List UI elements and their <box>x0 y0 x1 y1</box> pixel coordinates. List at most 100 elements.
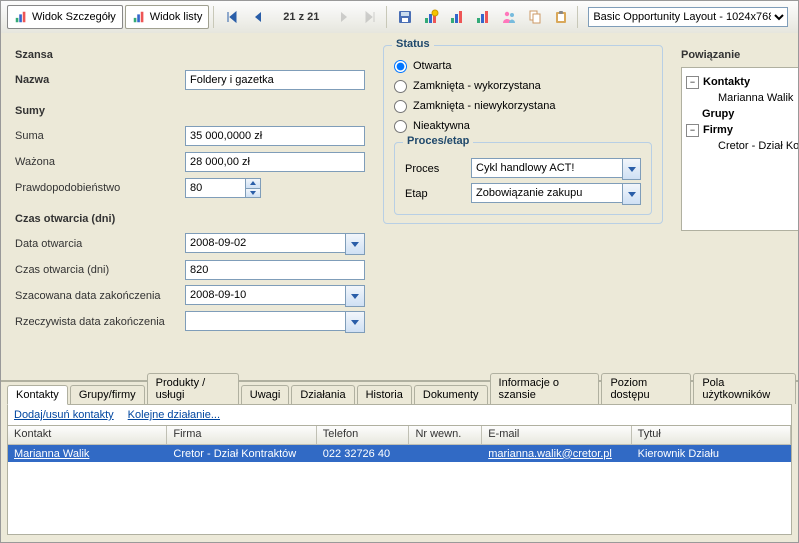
probability-field[interactable] <box>185 178 245 198</box>
tree-company-item[interactable]: Cretor - Dział Kontrak <box>718 140 799 152</box>
section-open-time: Czas otwarcia (dni) <box>15 213 365 225</box>
label-stage: Etap <box>405 188 471 200</box>
col-title[interactable]: Tytuł <box>632 426 791 444</box>
bottom-tab[interactable]: Uwagi <box>241 385 290 404</box>
process-dropdown[interactable] <box>622 158 641 180</box>
nav-counter: 21 z 21 <box>272 11 330 23</box>
spin-up[interactable] <box>245 178 261 188</box>
probability-stepper[interactable] <box>185 178 275 198</box>
separator <box>213 6 216 28</box>
phone-cell: 022 32726 40 <box>317 447 410 461</box>
layout-select[interactable]: Basic Opportunity Layout - 1024x768 <box>588 7 788 27</box>
actual-close-dropdown[interactable] <box>345 311 365 333</box>
bottom-tab[interactable]: Grupy/firmy <box>70 385 145 404</box>
tree-contacts[interactable]: Kontakty <box>703 76 750 88</box>
open-date-field[interactable] <box>185 233 345 253</box>
add-remove-contacts-link[interactable]: Dodaj/usuń kontakty <box>14 409 114 421</box>
status-inactive-radio[interactable] <box>394 120 407 133</box>
relations-panel: −Kontakty Marianna Walik Grupy −Firmy Cr… <box>681 67 799 231</box>
process-legend: Proces/etap <box>403 135 473 147</box>
tree-toggle[interactable]: − <box>686 124 699 137</box>
view-list-label: Widok listy <box>150 11 203 23</box>
status-legend: Status <box>392 38 434 50</box>
status-inactive-label: Nieaktywna <box>413 120 470 132</box>
col-ext[interactable]: Nr wewn. <box>409 426 482 444</box>
open-date-dropdown[interactable] <box>345 233 365 255</box>
stage-dropdown[interactable] <box>622 183 641 205</box>
col-phone[interactable]: Telefon <box>317 426 410 444</box>
nav-prev-button[interactable] <box>246 5 270 29</box>
label-sum: Suma <box>15 130 185 142</box>
tool-chart-2-button[interactable] <box>445 5 469 29</box>
people-button[interactable] <box>497 5 521 29</box>
actual-close-field[interactable] <box>185 311 345 331</box>
bottom-panel: KontaktyGrupy/firmyProdukty / usługiUwag… <box>1 380 798 542</box>
process-field[interactable] <box>471 158 622 178</box>
paste-button[interactable] <box>549 5 573 29</box>
tree-companies[interactable]: Firmy <box>703 124 733 136</box>
label-weighted: Ważona <box>15 156 185 168</box>
process-stage-groupbox: Proces/etap Proces Etap <box>394 142 652 215</box>
bottom-tab[interactable]: Informacje o szansie <box>490 373 600 404</box>
label-name: Nazwa <box>15 74 185 86</box>
stage-field[interactable] <box>471 183 622 203</box>
status-closed-won-label: Zamknięta - wykorzystana <box>413 80 541 92</box>
tool-chart-3-button[interactable] <box>471 5 495 29</box>
status-closed-lost-radio[interactable] <box>394 100 407 113</box>
status-open-radio[interactable] <box>394 60 407 73</box>
col-email[interactable]: E-mail <box>482 426 631 444</box>
grid-header: Kontakt Firma Telefon Nr wewn. E-mail Ty… <box>8 426 791 445</box>
stats-icon <box>14 10 28 24</box>
section-sums: Sumy <box>15 105 365 117</box>
open-days-field[interactable] <box>185 260 365 280</box>
label-est-close: Szacowana data zakończenia <box>15 290 185 302</box>
col-company[interactable]: Firma <box>167 426 316 444</box>
bottom-tab[interactable]: Historia <box>357 385 412 404</box>
status-open-label: Otwarta <box>413 60 452 72</box>
col-contact[interactable]: Kontakt <box>8 426 167 444</box>
label-actual-close: Rzeczywista data zakończenia <box>15 316 185 328</box>
sum-field[interactable] <box>185 126 365 146</box>
stats-icon <box>132 10 146 24</box>
ext-cell <box>409 453 482 455</box>
main-form: Szansa Nazwa Sumy Suma Ważona Prawdopodo… <box>1 33 798 382</box>
table-row[interactable]: Marianna WalikCretor - Dział Kontraktów0… <box>8 445 791 462</box>
est-close-dropdown[interactable] <box>345 285 365 307</box>
nav-next-button[interactable] <box>332 5 356 29</box>
label-process: Proces <box>405 163 471 175</box>
bottom-tab[interactable]: Dokumenty <box>414 385 488 404</box>
bottom-tab[interactable]: Produkty / usługi <box>147 373 239 404</box>
nav-first-button[interactable] <box>220 5 244 29</box>
contact-cell[interactable]: Marianna Walik <box>14 448 89 460</box>
view-detail-tab[interactable]: Widok Szczegóły <box>7 5 123 29</box>
label-open-date: Data otwarcia <box>15 238 185 250</box>
tree-groups[interactable]: Grupy <box>702 108 734 120</box>
toolbar: Widok Szczegóły Widok listy 21 z 21 Basi… <box>1 1 798 34</box>
bottom-tab[interactable]: Poziom dostępu <box>601 373 691 404</box>
view-list-tab[interactable]: Widok listy <box>125 5 210 29</box>
bottom-tabs: KontaktyGrupy/firmyProdukty / usługiUwag… <box>1 382 798 404</box>
bottom-tab[interactable]: Pola użytkowników <box>693 373 796 404</box>
spin-down[interactable] <box>245 188 261 199</box>
section-opportunity: Szansa <box>15 49 365 61</box>
name-field[interactable] <box>185 70 365 90</box>
contacts-grid: Kontakt Firma Telefon Nr wewn. E-mail Ty… <box>7 425 792 535</box>
nav-last-button[interactable] <box>358 5 382 29</box>
label-open-days: Czas otwarcia (dni) <box>15 264 185 276</box>
tree-toggle[interactable]: − <box>686 76 699 89</box>
separator <box>577 6 580 28</box>
save-button[interactable] <box>393 5 417 29</box>
status-closed-won-radio[interactable] <box>394 80 407 93</box>
email-cell[interactable]: marianna.walik@cretor.pl <box>488 448 612 460</box>
bottom-tab[interactable]: Kontakty <box>7 385 68 405</box>
title-cell: Kierownik Działu <box>632 447 791 461</box>
copy-button[interactable] <box>523 5 547 29</box>
weighted-field[interactable] <box>185 152 365 172</box>
relations-heading: Powiązanie <box>681 49 799 61</box>
bottom-tab[interactable]: Działania <box>291 385 354 404</box>
next-action-link[interactable]: Kolejne działanie... <box>128 409 220 421</box>
subbar: Dodaj/usuń kontakty Kolejne działanie... <box>7 404 792 425</box>
tree-contact-item[interactable]: Marianna Walik <box>718 92 793 104</box>
tool-chart-1-button[interactable] <box>419 5 443 29</box>
est-close-field[interactable] <box>185 285 345 305</box>
